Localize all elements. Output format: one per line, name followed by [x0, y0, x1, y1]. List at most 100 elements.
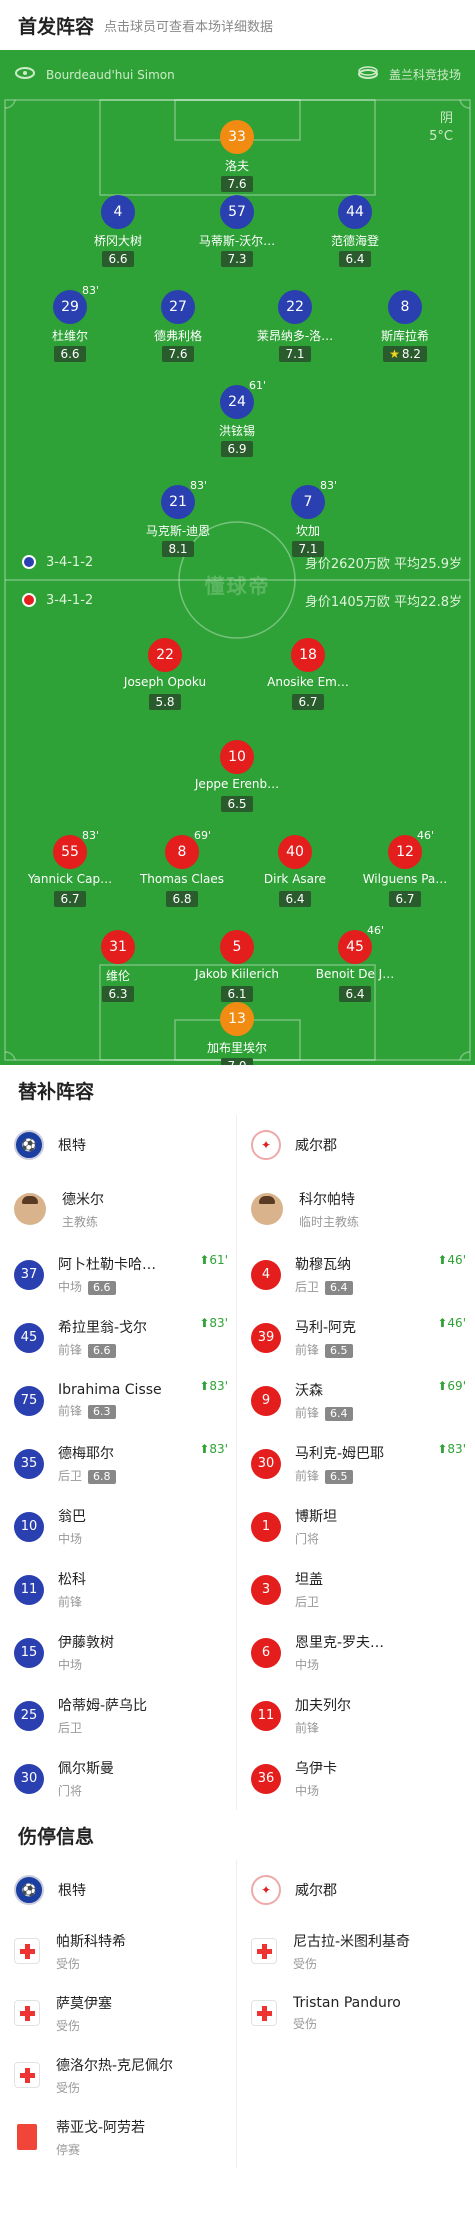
substitutes-columns: ⚽ 根特 德米尔 主教练 37 阿卜杜勒卡哈… 中场 6.6 ⬆61' 45 希拉里翁-戈尔…	[0, 1115, 475, 1810]
substitute-row[interactable]: 36 乌伊卡 中场	[237, 1747, 474, 1810]
player-rating: 6.7	[389, 891, 421, 907]
substitute-row[interactable]: 75 Ibrahima Cisse 前锋 6.3 ⬆83'	[0, 1369, 236, 1432]
player-marker[interactable]: 33 洛夫 7.6	[187, 120, 287, 192]
away-injury-team-row[interactable]: ✦ 威尔郡	[237, 1860, 474, 1920]
substitute-row[interactable]: 39 马利-阿克 前锋 6.5 ⬆46'	[237, 1306, 474, 1369]
lineup-subtitle: 点击球员可查看本场详细数据	[104, 19, 274, 35]
injuries-title: 伤停信息	[18, 1825, 95, 1848]
substitute-name: Ibrahima Cisse	[58, 1382, 162, 1398]
sub-in-minute: ⬆83'	[199, 1316, 228, 1330]
substitute-name: 沃森	[295, 1383, 323, 1399]
player-name: Jeppe Erenb…	[194, 777, 280, 791]
player-rating-value: 6.9	[227, 442, 247, 456]
player-rating: 6.8	[166, 891, 198, 907]
home-coach-row[interactable]: 德米尔 主教练	[0, 1175, 236, 1243]
player-name: 德弗利格	[153, 329, 202, 343]
player-marker[interactable]: 21 83' 马克斯-迪恩 8.1	[128, 479, 228, 557]
player-rating: 6.1	[221, 986, 253, 1002]
substitute-row[interactable]: 37 阿卜杜勒卡哈… 中场 6.6 ⬆61'	[0, 1243, 236, 1306]
injury-row[interactable]: 帕斯科特希 受伤	[0, 1920, 236, 1982]
substitute-name: 希拉里翁-戈尔	[58, 1320, 148, 1336]
best-player-star-icon: ★	[389, 347, 400, 361]
substitute-row[interactable]: 4 勒穆瓦纳 后卫 6.4 ⬆46'	[237, 1243, 474, 1306]
substitute-row[interactable]: 30 佩尔斯曼 门将	[0, 1747, 236, 1810]
player-marker[interactable]: 44 范德海登 6.4	[305, 195, 405, 267]
substitutes-header: 替补阵容	[0, 1065, 475, 1115]
player-number: 22	[148, 638, 182, 672]
player-marker[interactable]: 12 46' Wilguens Pa… 6.7	[355, 829, 455, 907]
injury-row[interactable]: Tristan Panduro 受伤	[237, 1982, 474, 2044]
player-marker[interactable]: 4 桥冈大树 6.6	[68, 195, 168, 267]
player-rating: 7.6	[162, 346, 194, 362]
player-rating: 6.4	[339, 251, 371, 267]
player-marker[interactable]: 57 马蒂斯-沃尔… 7.3	[187, 195, 287, 267]
player-marker[interactable]: 7 83' 坎加 7.1	[258, 479, 358, 557]
player-name: Jakob Kiilerich	[195, 967, 279, 981]
substitute-number: 30	[14, 1763, 44, 1794]
substitute-row[interactable]: 11 松科 前锋	[0, 1558, 236, 1621]
sub-in-minute-value: 61'	[209, 1253, 228, 1267]
player-marker[interactable]: 5 Jakob Kiilerich 6.1	[187, 930, 287, 1002]
injury-row[interactable]: 蒂亚戈-阿劳若 停赛	[0, 2106, 236, 2168]
substitute-row[interactable]: 35 德梅耶尔 后卫 6.8 ⬆83'	[0, 1432, 236, 1495]
injury-row[interactable]: 萨莫伊塞 受伤	[0, 1982, 236, 2044]
player-marker[interactable]: 8 69' Thomas Claes 6.8	[132, 829, 232, 907]
substitute-row[interactable]: 11 加夫列尔 前锋	[237, 1684, 474, 1747]
weather-info: 阴 5°C	[429, 110, 453, 146]
injury-status: 受伤	[56, 2080, 81, 2095]
player-marker[interactable]: 55 83' Yannick Cap… 6.7	[20, 829, 120, 907]
substitute-row[interactable]: 15 伊藤敦树 中场	[0, 1621, 236, 1684]
player-number: 33	[220, 120, 254, 154]
substitute-row[interactable]: 3 坦盖 后卫	[237, 1558, 474, 1621]
player-marker[interactable]: 29 83' 杜维尔 6.6	[20, 284, 120, 362]
player-marker[interactable]: 10 Jeppe Erenb… 6.5	[187, 740, 287, 812]
pitch: Bourdeaud'hui Simon 盖兰科竞技场 阴 5°C 懂球帝 3-4…	[0, 50, 475, 1065]
away-coach-avatar	[251, 1193, 283, 1225]
injury-row[interactable]: 尼古拉-米图利基奇 受伤	[237, 1920, 474, 1982]
sub-in-arrow-icon: ⬆	[437, 1379, 448, 1393]
away-team-row[interactable]: ✦ 威尔郡	[237, 1115, 474, 1175]
home-coach-avatar	[14, 1193, 46, 1225]
away-substitutes: ✦ 威尔郡 科尔帕特 临时主教练 4 勒穆瓦纳 后卫 6.4 ⬆46' 39 马利-阿克 前锋…	[237, 1115, 474, 1810]
injury-row[interactable]: 德洛尔热-克尼佩尔 受伤	[0, 2044, 236, 2106]
player-marker[interactable]: 13 加布里埃尔 7.0	[187, 1002, 287, 1065]
red-card-icon	[17, 2124, 37, 2150]
substitute-number: 37	[14, 1259, 44, 1290]
player-marker[interactable]: 22 莱昂纳多-洛… 7.1	[245, 290, 345, 362]
injury-status: 受伤	[56, 1956, 81, 1971]
player-marker[interactable]: 8 斯库拉希 ★ 8.2	[355, 290, 455, 362]
player-marker[interactable]: 18 Anosike Em… 6.7	[258, 638, 358, 710]
player-rating-value: 6.7	[298, 695, 318, 709]
substitute-row[interactable]: 45 希拉里翁-戈尔 前锋 6.6 ⬆83'	[0, 1306, 236, 1369]
home-injury-team-row[interactable]: ⚽ 根特	[0, 1860, 236, 1920]
sub-in-minute-value: 46'	[447, 1316, 466, 1330]
substitute-name: 坦盖	[295, 1572, 323, 1588]
player-marker[interactable]: 45 46' Benoit De J… 6.4	[305, 924, 405, 1002]
pitch-info-bar: Bourdeaud'hui Simon 盖兰科竞技场	[0, 50, 475, 100]
substitute-rating: 6.4	[325, 1407, 353, 1421]
substitute-row[interactable]: 9 沃森 前锋 6.4 ⬆69'	[237, 1369, 474, 1432]
home-team-row[interactable]: ⚽ 根特	[0, 1115, 236, 1175]
home-injuries: ⚽ 根特 帕斯科特希 受伤 萨莫伊塞 受伤 德洛尔热-克尼佩尔 受伤 蒂亚戈-阿劳若 停赛	[0, 1860, 237, 2168]
substitute-row[interactable]: 30 马利克-姆巴耶 前锋 6.5 ⬆83'	[237, 1432, 474, 1495]
player-rating: 7.6	[221, 176, 253, 192]
injury-status: 受伤	[56, 2018, 81, 2033]
player-rating-value: 6.6	[60, 347, 80, 361]
player-marker[interactable]: 31 维伦 6.3	[68, 930, 168, 1002]
player-number: 8	[388, 290, 422, 324]
player-marker[interactable]: 24 61' 洪铉锡 6.9	[187, 379, 287, 457]
player-rating: 7.1	[292, 541, 324, 557]
player-name: Dirk Asare	[263, 872, 327, 886]
away-coach-row[interactable]: 科尔帕特 临时主教练	[237, 1175, 474, 1243]
player-marker[interactable]: 40 Dirk Asare 6.4	[245, 835, 345, 907]
substitute-row[interactable]: 25 哈蒂姆-萨乌比 后卫	[0, 1684, 236, 1747]
player-marker[interactable]: 22 Joseph Opoku 5.8	[115, 638, 215, 710]
home-team-icon	[22, 555, 36, 569]
player-marker[interactable]: 27 德弗利格 7.6	[128, 290, 228, 362]
substitute-name: 哈蒂姆-萨乌比	[58, 1698, 148, 1714]
substitute-name: 翁巴	[58, 1509, 86, 1525]
player-rating: 6.4	[279, 891, 311, 907]
substitute-row[interactable]: 6 恩里克-罗夫… 中场	[237, 1621, 474, 1684]
substitute-row[interactable]: 10 翁巴 中场	[0, 1495, 236, 1558]
substitute-row[interactable]: 1 博斯坦 门将	[237, 1495, 474, 1558]
